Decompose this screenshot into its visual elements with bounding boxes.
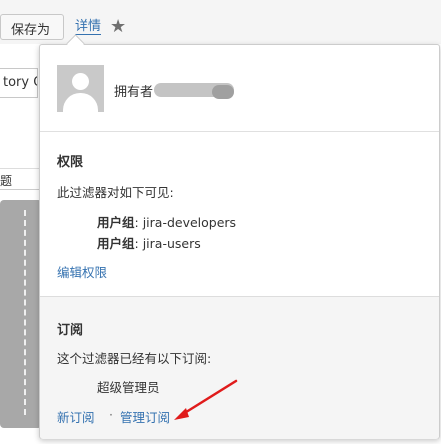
annotation-arrow-icon [174, 379, 238, 420]
